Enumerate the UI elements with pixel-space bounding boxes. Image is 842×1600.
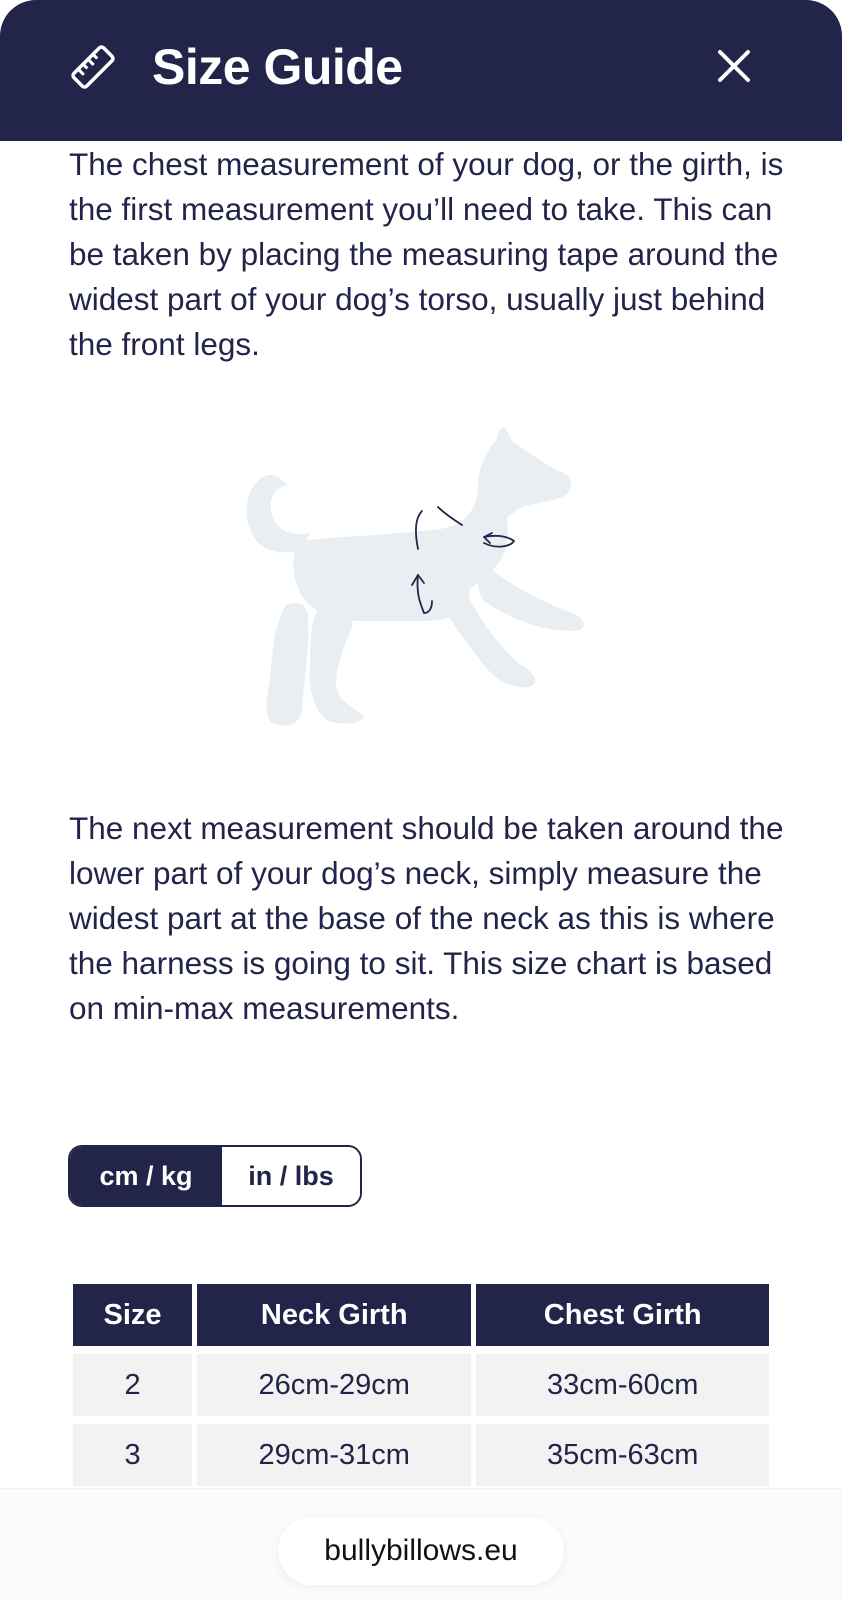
browser-bottom-bar: bullybillows.eu bbox=[0, 1488, 842, 1600]
cell-chest-girth: 33cm-60cm bbox=[476, 1354, 769, 1416]
table-row: 2 26cm-29cm 33cm-60cm bbox=[73, 1354, 769, 1416]
unit-option-in-lbs[interactable]: in / lbs bbox=[222, 1147, 360, 1205]
page-title: Size Guide bbox=[152, 39, 403, 95]
ruler-icon bbox=[71, 45, 115, 89]
cell-neck-girth: 26cm-29cm bbox=[197, 1354, 472, 1416]
cell-neck-girth: 29cm-31cm bbox=[197, 1424, 472, 1486]
header-chest-girth: Chest Girth bbox=[476, 1284, 769, 1346]
close-icon[interactable] bbox=[712, 44, 756, 88]
address-bar[interactable]: bullybillows.eu bbox=[278, 1517, 564, 1585]
table-header-row: Size Neck Girth Chest Girth bbox=[73, 1284, 769, 1346]
table-row: 3 29cm-31cm 35cm-63cm bbox=[73, 1424, 769, 1486]
dog-silhouette-icon bbox=[246, 427, 584, 726]
cell-size: 3 bbox=[73, 1424, 193, 1486]
chest-measurement-text: The chest measurement of your dog, or th… bbox=[69, 146, 784, 362]
unit-toggle: cm / kg in / lbs bbox=[68, 1145, 362, 1207]
unit-option-cm-kg[interactable]: cm / kg bbox=[70, 1147, 222, 1205]
size-chart-table: Size Neck Girth Chest Girth 2 26cm-29cm … bbox=[68, 1276, 774, 1494]
cell-chest-girth: 35cm-63cm bbox=[476, 1424, 769, 1486]
header-size: Size bbox=[73, 1284, 193, 1346]
header-neck-girth: Neck Girth bbox=[197, 1284, 472, 1346]
neck-measurement-text: The next measurement should be taken aro… bbox=[69, 810, 784, 1026]
header-bar: Size Guide bbox=[0, 0, 842, 141]
cell-size: 2 bbox=[73, 1354, 193, 1416]
